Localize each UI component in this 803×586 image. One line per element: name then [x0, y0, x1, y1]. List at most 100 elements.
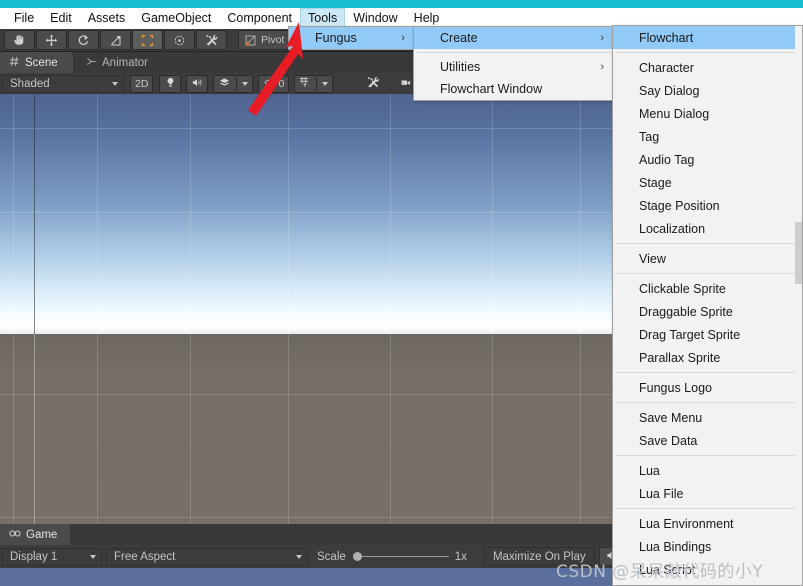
menu-item-fungus[interactable]: Fungus ›	[289, 27, 414, 49]
chevron-down-icon	[322, 81, 329, 86]
effects-icon	[218, 77, 231, 91]
game-display-label: Display 1	[10, 550, 58, 563]
menu-item-lua[interactable]: Lua	[613, 459, 802, 482]
animator-bone-icon	[86, 56, 97, 70]
chevron-right-icon: ›	[600, 60, 604, 73]
pivot-mode-button[interactable]: Pivot	[238, 30, 291, 50]
menu-separator	[616, 508, 801, 509]
scene-axis-line	[34, 334, 35, 524]
menu-item-fungus-logo[interactable]: Fungus Logo	[613, 376, 802, 399]
tab-animator[interactable]: Animator	[77, 52, 167, 73]
menu-item-say-dialog[interactable]: Say Dialog	[613, 79, 802, 102]
menu-item-draggable-sprite[interactable]: Draggable Sprite	[613, 300, 802, 323]
menu-item-label: Flowchart	[639, 30, 694, 45]
game-scale-slider[interactable]	[352, 552, 449, 561]
move-tool-icon[interactable]	[36, 30, 67, 50]
tab-animator-label: Animator	[102, 56, 149, 69]
menu-item-clickable-sprite[interactable]: Clickable Sprite	[613, 277, 802, 300]
game-scale-value: 1x	[454, 550, 467, 563]
menu-item-label: Lua File	[639, 486, 684, 501]
rotate-tool-icon[interactable]	[68, 30, 99, 50]
menu-item-label: Stage	[639, 175, 672, 190]
menu-separator	[616, 455, 801, 456]
menu-item-tag[interactable]: Tag	[613, 125, 802, 148]
csdn-watermark: CSDN @呆呆敲代码的小Y	[556, 562, 764, 582]
submenu-scrollbar[interactable]	[795, 26, 802, 585]
menu-item-audio-tag[interactable]: Audio Tag	[613, 148, 802, 171]
menu-separator	[616, 402, 801, 403]
scene-effects-dropdown[interactable]	[213, 74, 254, 93]
menubar-item-gameobject[interactable]: GameObject	[133, 8, 219, 29]
tab-scene[interactable]: Scene	[0, 52, 73, 73]
menu-item-fungus-label: Fungus	[315, 31, 357, 45]
scene-draw-mode-dropdown[interactable]: Shaded	[2, 74, 124, 93]
menu-item-flowchart[interactable]: Flowchart	[613, 26, 802, 49]
scene-hidden-objects-toggle[interactable]: 0	[258, 74, 290, 93]
menu-item-localization[interactable]: Localization	[613, 217, 802, 240]
menu-item-menu-dialog[interactable]: Menu Dialog	[613, 102, 802, 125]
menu-item-save-menu[interactable]: Save Menu	[613, 406, 802, 429]
slider-handle[interactable]	[352, 552, 362, 561]
custom-tool-icon[interactable]	[196, 30, 227, 50]
scene-lighting-toggle[interactable]	[159, 74, 182, 93]
menu-item-character[interactable]: Character	[613, 56, 802, 79]
menu-separator	[417, 52, 612, 53]
grid-line	[13, 94, 14, 524]
tab-scene-label: Scene	[25, 56, 58, 69]
menu-item-flowchart-window[interactable]: Flowchart Window	[414, 78, 613, 100]
toggle-2d-button[interactable]: 2D	[130, 74, 154, 93]
scrollbar-thumb[interactable]	[795, 222, 802, 284]
menu-item-lua-file[interactable]: Lua File	[613, 482, 802, 505]
menubar-item-edit[interactable]: Edit	[42, 8, 80, 29]
menu-item-drag-target-sprite[interactable]: Drag Target Sprite	[613, 323, 802, 346]
menu-separator	[616, 273, 801, 274]
menu-item-label: View	[639, 251, 666, 266]
menubar-item-file[interactable]: File	[6, 8, 42, 29]
game-display-dropdown[interactable]: Display 1	[2, 547, 102, 566]
scene-grid-dropdown[interactable]	[294, 74, 334, 93]
menu-item-parallax-sprite[interactable]: Parallax Sprite	[613, 346, 802, 369]
menu-item-utilities-label: Utilities	[440, 60, 481, 74]
menu-item-label: Say Dialog	[639, 83, 700, 98]
grid-line	[390, 94, 391, 524]
menu-item-stage-position[interactable]: Stage Position	[613, 194, 802, 217]
menu-item-lua-environment[interactable]: Lua Environment	[613, 512, 802, 535]
menu-item-label: Clickable Sprite	[639, 281, 726, 296]
hidden-objects-count: 0	[278, 77, 285, 90]
gamepad-icon	[9, 529, 21, 541]
chevron-down-icon	[242, 81, 249, 86]
chevron-right-icon: ›	[600, 31, 604, 44]
menu-item-stage[interactable]: Stage	[613, 171, 802, 194]
grid-axis-icon	[299, 76, 311, 91]
scene-tools-button[interactable]	[361, 74, 386, 93]
hand-tool-icon[interactable]	[4, 30, 35, 50]
menubar-item-assets[interactable]: Assets	[80, 8, 134, 29]
menu-item-label: Lua Environment	[639, 516, 734, 531]
tab-game-label: Game	[26, 528, 58, 541]
menu-popup-create: Flowchart Character Say Dialog Menu Dial…	[612, 25, 803, 586]
menu-item-save-data[interactable]: Save Data	[613, 429, 802, 452]
eye-off-icon	[263, 77, 276, 91]
scene-axis-line	[34, 94, 35, 334]
menu-item-flowchart-window-label: Flowchart Window	[440, 82, 543, 96]
menu-item-utilities[interactable]: Utilities ›	[414, 56, 613, 78]
grid-hash-icon	[9, 56, 20, 70]
divider	[236, 76, 238, 91]
menu-item-view[interactable]: View	[613, 247, 802, 270]
chevron-down-icon	[90, 554, 96, 559]
rect-tool-icon[interactable]	[132, 30, 163, 50]
scale-tool-icon[interactable]	[100, 30, 131, 50]
game-aspect-label: Free Aspect	[114, 550, 176, 563]
tab-game[interactable]: Game	[0, 524, 70, 545]
slider-track[interactable]	[361, 556, 449, 557]
grid-line	[190, 94, 191, 524]
menu-item-create[interactable]: Create ›	[414, 27, 613, 49]
game-aspect-dropdown[interactable]: Free Aspect	[106, 547, 308, 566]
menu-item-label: Save Data	[639, 433, 698, 448]
menu-item-lua-bindings[interactable]: Lua Bindings	[613, 535, 802, 558]
camera-icon	[399, 77, 413, 91]
scene-audio-toggle[interactable]	[186, 74, 209, 93]
top-accent-strip	[0, 0, 803, 8]
toggle-2d-label: 2D	[135, 77, 149, 90]
transform-tool-icon[interactable]	[164, 30, 195, 50]
